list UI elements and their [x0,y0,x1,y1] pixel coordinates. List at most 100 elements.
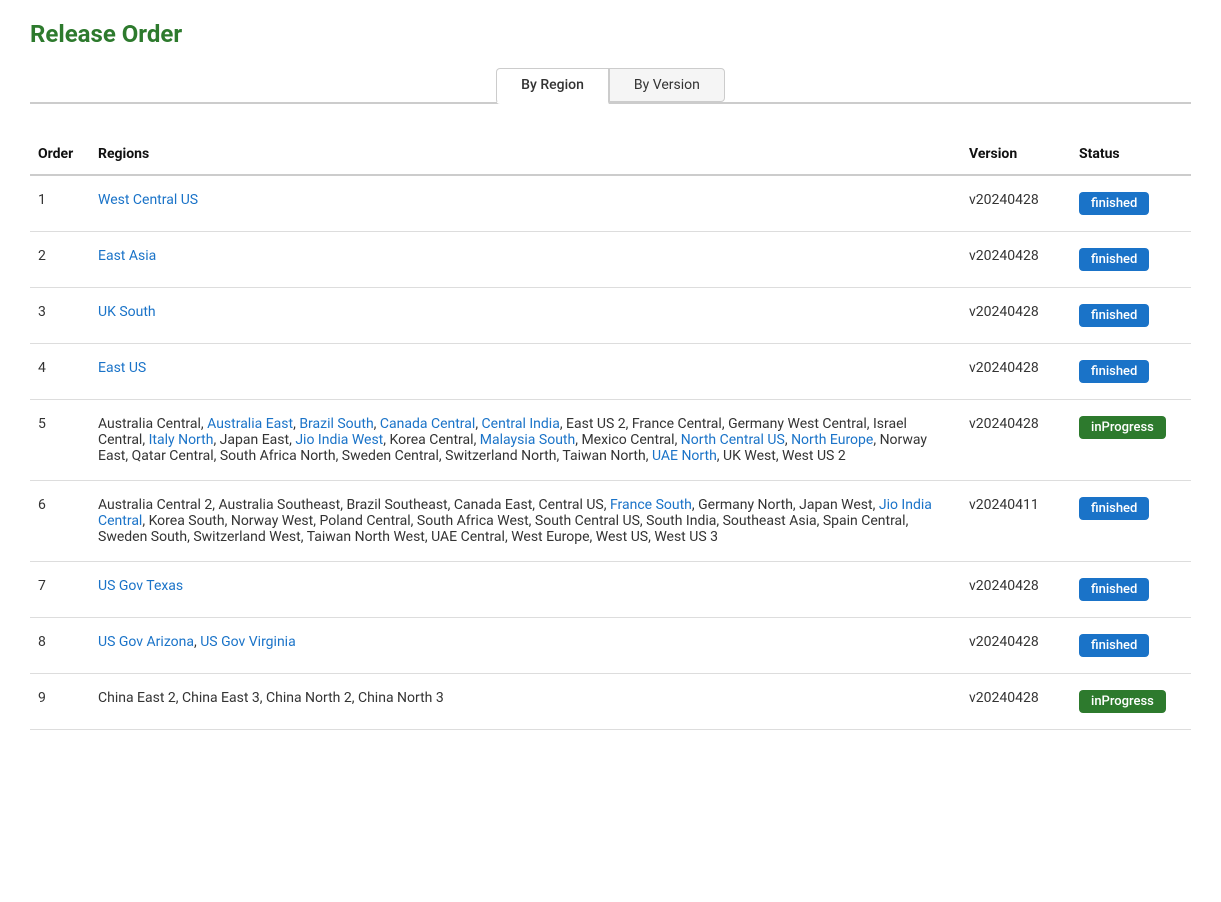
order-cell: 4 [30,344,90,400]
region-cell: East Asia [90,232,961,288]
version-cell: v20240428 [961,288,1071,344]
col-header-order: Order [30,134,90,175]
region-link[interactable]: Brazil South [299,416,373,432]
region-link[interactable]: US Gov Virginia [200,634,295,650]
table-row: 4East USv20240428finished [30,344,1191,400]
region-link[interactable]: UAE North [652,448,717,464]
region-text: Poland Central [319,513,410,529]
region-cell: Australia Central, Australia East, Brazi… [90,400,961,481]
region-text: Southeast Asia [723,513,817,529]
region-text: Spain Central [823,513,906,529]
order-cell: 2 [30,232,90,288]
table-row: 9China East 2, China East 3, China North… [30,674,1191,730]
tab-by-version[interactable]: By Version [609,68,725,102]
region-cell: Australia Central 2, Australia Southeast… [90,481,961,562]
region-link[interactable]: Central India [482,416,560,432]
version-cell: v20240428 [961,618,1071,674]
region-text: West US 2 [782,448,846,464]
region-link[interactable]: Canada Central [380,416,475,432]
status-cell: finished [1071,344,1191,400]
tab-by-region[interactable]: By Region [496,68,609,104]
region-text: Sweden South [98,529,187,545]
status-cell: finished [1071,481,1191,562]
region-text: Japan East [220,432,289,448]
region-text: Qatar Central [132,448,214,464]
status-cell: finished [1071,175,1191,232]
region-text: South Africa West [417,513,529,529]
region-text: South Africa North [220,448,336,464]
region-text: Australia Central [98,416,201,432]
region-text: South India [646,513,716,529]
status-cell: finished [1071,288,1191,344]
region-text: Germany North [698,497,793,513]
table-row: 5Australia Central, Australia East, Braz… [30,400,1191,481]
region-text: Taiwan North West [307,529,425,545]
region-cell: West Central US [90,175,961,232]
region-text: Taiwan North [562,448,645,464]
order-cell: 9 [30,674,90,730]
version-cell: v20240428 [961,175,1071,232]
region-text: Australia Central 2 [98,497,212,513]
order-cell: 6 [30,481,90,562]
region-text: West US 3 [654,529,718,545]
region-text: Australia Southeast [218,497,340,513]
region-text: Sweden Central [342,448,439,464]
region-text: UK West [723,448,776,464]
status-badge: inProgress [1079,690,1166,713]
status-cell: finished [1071,232,1191,288]
col-header-status: Status [1071,134,1191,175]
region-link[interactable]: UK South [98,304,156,320]
region-link[interactable]: East US [98,360,146,376]
status-cell: inProgress [1071,400,1191,481]
region-text: West US [596,529,648,545]
region-text: Switzerland North [445,448,556,464]
region-text: Japan West [799,497,872,513]
version-cell: v20240411 [961,481,1071,562]
region-text: Korea South [149,513,225,529]
status-badge: inProgress [1079,416,1166,439]
region-link[interactable]: Malaysia South [480,432,575,448]
table-row: 7 US Gov Texas v20240428 finished [30,562,1191,618]
region-text: Korea Central [390,432,474,448]
table-row: 3 UK South v20240428 finished [30,288,1191,344]
region-link[interactable]: North Europe [791,432,873,448]
table-row: 8US Gov Arizona, US Gov Virginiav2024042… [30,618,1191,674]
release-order-table: Order Regions Version Status 1West Centr… [30,134,1191,730]
region-link[interactable]: Jio India West [295,432,383,448]
region-text: Brazil Southeast [346,497,447,513]
region-link[interactable]: North Central US [681,432,785,448]
region-link[interactable]: West Central US [98,192,198,208]
version-cell: v20240428 [961,232,1071,288]
order-cell: 8 [30,618,90,674]
status-badge: finished [1079,578,1149,601]
region-cell: UK South [90,288,961,344]
region-text: China North 3 [358,690,444,706]
tab-bar: By Region By Version [30,68,1191,104]
region-text: Mexico Central [581,432,674,448]
region-link[interactable]: US Gov Arizona [98,634,194,650]
status-badge: finished [1079,360,1149,383]
table-row: 1West Central USv20240428finished [30,175,1191,232]
version-cell: v20240428 [961,562,1071,618]
order-cell: 3 [30,288,90,344]
region-text: China North 2 [266,690,352,706]
region-text: Central US [539,497,604,513]
status-cell: inProgress [1071,674,1191,730]
region-text: East US 2 [566,416,626,432]
order-cell: 7 [30,562,90,618]
region-link[interactable]: Australia East [207,416,293,432]
region-link[interactable]: East Asia [98,248,156,264]
region-link[interactable]: France South [610,497,692,513]
page-title: Release Order [30,20,1191,48]
version-cell: v20240428 [961,400,1071,481]
status-badge: finished [1079,192,1149,215]
status-badge: finished [1079,304,1149,327]
region-cell: US Gov Texas [90,562,961,618]
region-link[interactable]: Italy North [149,432,214,448]
region-text: Switzerland West [193,529,300,545]
version-cell: v20240428 [961,674,1071,730]
region-link[interactable]: US Gov Texas [98,578,183,594]
status-badge: finished [1079,497,1149,520]
status-cell: finished [1071,618,1191,674]
region-text: China East 3 [182,690,260,706]
